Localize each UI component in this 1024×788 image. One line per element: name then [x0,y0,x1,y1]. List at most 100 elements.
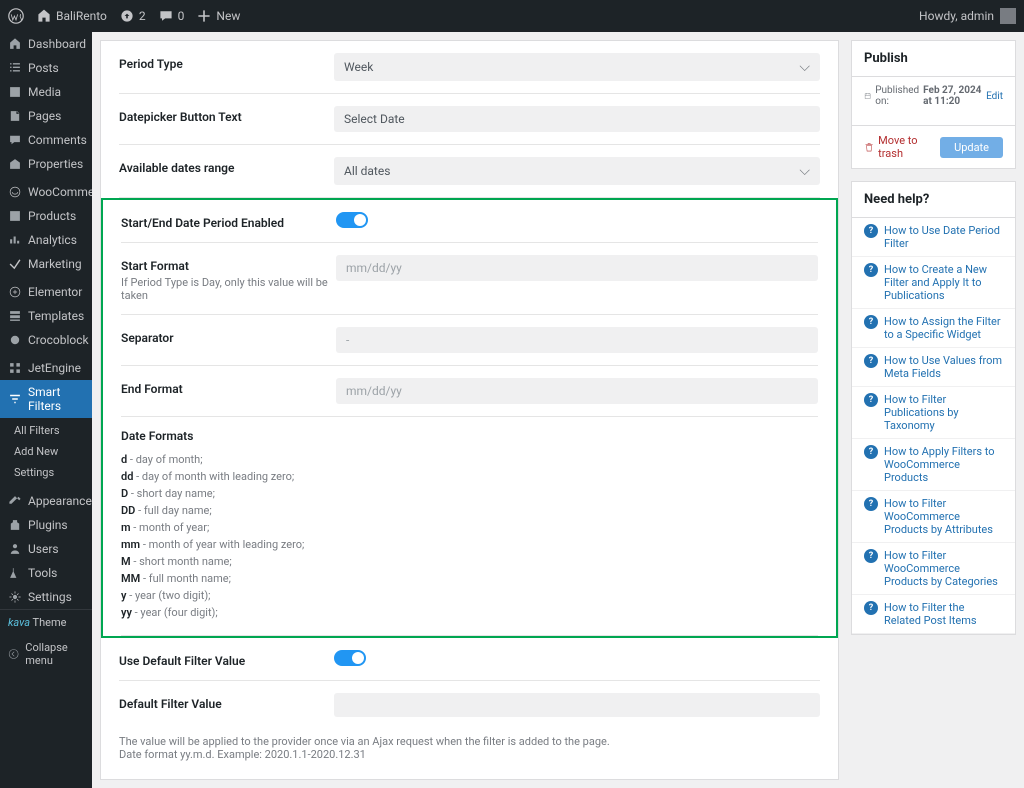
sidebar-item-comments[interactable]: Comments [0,128,92,152]
period-type-select[interactable]: Week⌵ [334,53,820,81]
sidebar-item-settings[interactable]: Settings [0,585,92,609]
publish-title: Publish [852,41,1015,77]
avail-dates-select[interactable]: All dates⌵ [334,157,820,185]
admin-sidebar: DashboardPostsMediaPagesCommentsProperti… [0,32,92,788]
date-format-row: mm - month of year with leading zero; [121,538,818,551]
sidebar-item-users[interactable]: Users [0,537,92,561]
help-icon: ? [864,393,878,407]
end-format-input[interactable]: mm/dd/yy [336,378,818,404]
chevron-down-icon: ⌵ [799,59,810,75]
avatar [1000,8,1016,24]
user-menu[interactable]: Howdy, admin [919,8,1016,24]
new-link[interactable]: New [196,8,240,24]
help-link-anchor[interactable]: How to Use Date Period Filter [884,224,1003,250]
admin-topbar: BaliRento 2 0 New Howdy, admin [0,0,1024,32]
help-link-anchor[interactable]: How to Filter the Related Post Items [884,601,1003,627]
main-form: Period Type Week⌵ Datepicker Button Text… [100,40,839,780]
sidebar-item-appearance[interactable]: Appearance [0,489,92,513]
theme-name[interactable]: kava Theme [0,609,92,635]
sidebar-item-products[interactable]: Products [0,204,92,228]
separator-input[interactable]: - [336,327,818,353]
help-link: ? How to Assign the Filter to a Specific … [852,309,1015,348]
wp-logo[interactable] [8,8,24,24]
help-panel: Need help? ? How to Use Date Period Filte… [851,181,1016,635]
datepicker-btn-input[interactable]: Select Date [334,106,820,132]
help-icon: ? [864,445,878,459]
sidebar-item-properties[interactable]: Properties [0,152,92,176]
date-format-row: DD - full day name; [121,504,818,517]
default-value-label: Default Filter Value [119,693,334,711]
sidebar-item-plugins[interactable]: Plugins [0,513,92,537]
end-format-label: End Format [121,378,336,396]
help-link: ? How to Apply Filters to WooCommerce Pro… [852,439,1015,491]
sidebar-item-elementor[interactable]: Elementor [0,280,92,304]
date-format-row: D - short day name; [121,487,818,500]
chevron-down-icon: ⌵ [799,163,810,179]
avail-dates-label: Available dates range [119,157,334,175]
submenu-add-new[interactable]: Add New [0,441,92,462]
sidebar-item-crocoblock[interactable]: Crocoblock [0,328,92,352]
sidebar-item-templates[interactable]: Templates [0,304,92,328]
sidebar-item-analytics[interactable]: Analytics [0,228,92,252]
calendar-icon [864,90,871,102]
trash-icon [864,142,874,153]
submenu-settings[interactable]: Settings [0,462,92,483]
help-icon: ? [864,315,878,329]
edit-date-link[interactable]: Edit [986,91,1003,102]
period-type-label: Period Type [119,53,334,71]
help-icon: ? [864,549,878,563]
default-value-input[interactable] [334,693,820,717]
sidebar-item-jetengine[interactable]: JetEngine [0,356,92,380]
date-format-row: d - day of month; [121,453,818,466]
sidebar-item-media[interactable]: Media [0,80,92,104]
datepicker-btn-label: Datepicker Button Text [119,106,334,124]
help-icon: ? [864,224,878,238]
help-link-anchor[interactable]: How to Assign the Filter to a Specific W… [884,315,1003,341]
start-format-label: Start FormatIf Period Type is Day, only … [121,255,336,302]
help-link: ? How to Use Values from Meta Fields [852,348,1015,387]
help-link: ? How to Filter WooCommerce Products by C… [852,543,1015,595]
sidebar-item-tools[interactable]: Tools [0,561,92,585]
sidebar-item-smart-filters[interactable]: Smart Filters [0,380,92,418]
help-link-anchor[interactable]: How to Create a New Filter and Apply It … [884,263,1003,302]
date-format-row: y - year (two digit); [121,589,818,602]
help-link: ? How to Create a New Filter and Apply It… [852,257,1015,309]
help-link: ? How to Use Date Period Filter [852,218,1015,257]
update-button[interactable]: Update [940,137,1003,158]
published-on: Published on: Feb 27, 2024 at 11:20 Edit [864,85,1003,107]
use-default-label: Use Default Filter Value [119,650,334,668]
submenu-all-filters[interactable]: All Filters [0,420,92,441]
sidebar-item-woocommerce[interactable]: WooCommerce [0,180,92,204]
sidebar-item-dashboard[interactable]: Dashboard [0,32,92,56]
date-format-row: M - short month name; [121,555,818,568]
use-default-toggle[interactable] [334,650,366,666]
help-link-anchor[interactable]: How to Filter WooCommerce Products by At… [884,497,1003,536]
default-value-desc: The value will be applied to the provide… [119,735,820,761]
highlighted-section: Start/End Date Period Enabled Start Form… [101,198,838,638]
sidebar-item-posts[interactable]: Posts [0,56,92,80]
date-format-row: m - month of year; [121,521,818,534]
help-link: ?How to Filter WooCommerce Products by A… [852,491,1015,543]
help-link: ?How to Filter the Related Post Items [852,595,1015,634]
sidebar-item-pages[interactable]: Pages [0,104,92,128]
help-link-anchor[interactable]: How to Apply Filters to WooCommerce Prod… [884,445,1003,484]
comments-link[interactable]: 0 [158,8,185,24]
help-title: Need help? [852,182,1015,218]
help-icon: ? [864,263,878,277]
help-link-anchor[interactable]: How to Filter WooCommerce Products by Ca… [884,549,1003,588]
sidebar-item-marketing[interactable]: Marketing [0,252,92,276]
date-format-row: yy - year (four digit); [121,606,818,619]
publish-panel: Publish Published on: Feb 27, 2024 at 11… [851,40,1016,169]
start-format-input[interactable]: mm/dd/yy [336,255,818,281]
site-link[interactable]: BaliRento [36,8,107,24]
help-link-anchor[interactable]: How to Filter Publications by Taxonomy [884,393,1003,432]
updates-link[interactable]: 2 [119,8,146,24]
separator-label: Separator [121,327,336,345]
collapse-menu[interactable]: Collapse menu [0,635,92,673]
help-link-anchor[interactable]: How to Use Values from Meta Fields [884,354,1003,380]
date-format-row: MM - full month name; [121,572,818,585]
start-end-toggle[interactable] [336,212,368,228]
date-format-row: dd - day of month with leading zero; [121,470,818,483]
move-to-trash[interactable]: Move to trash [864,134,940,160]
help-icon: ? [864,354,878,368]
